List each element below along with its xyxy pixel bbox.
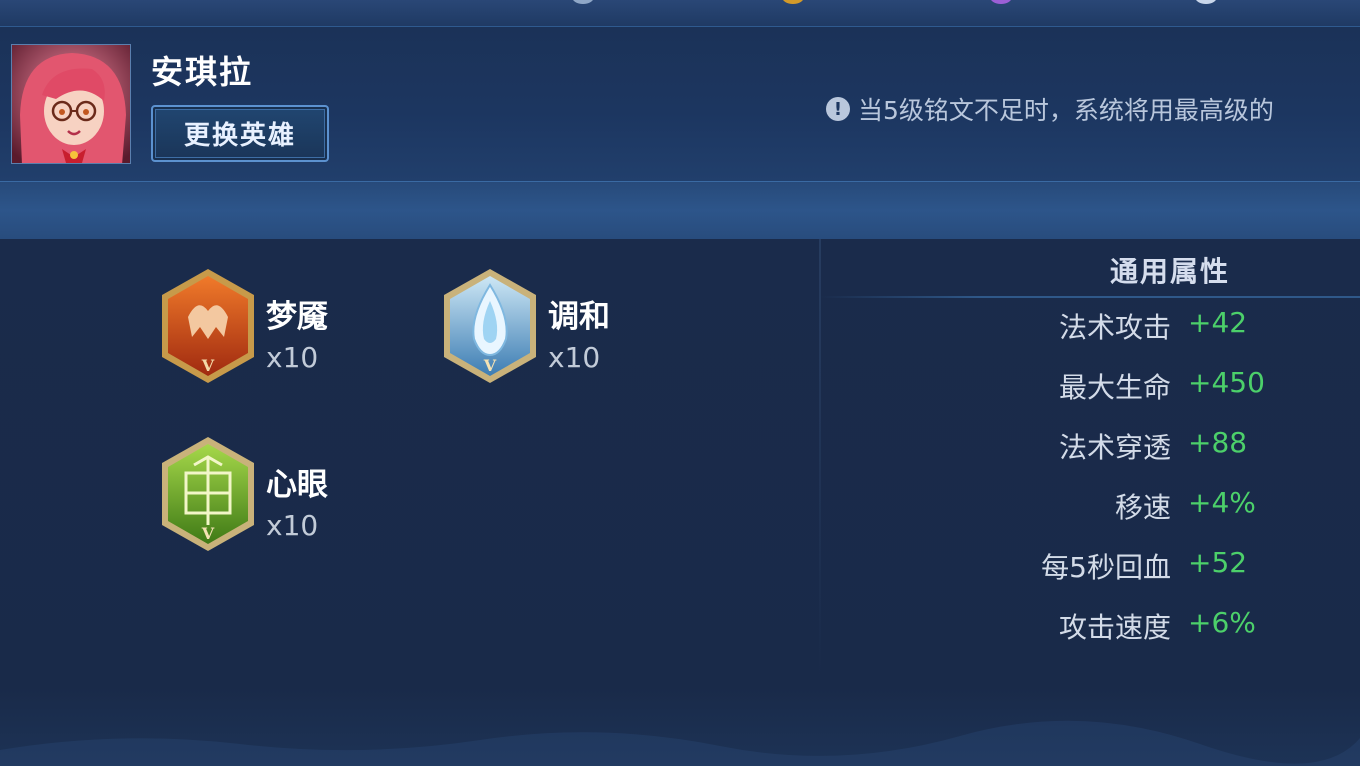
nightmare-rune-icon: V [162, 269, 254, 383]
rune-count: x10 [548, 341, 601, 374]
change-hero-button[interactable]: 更换英雄 [151, 105, 329, 162]
attribute-label: 每5秒回血 [1041, 551, 1171, 584]
section-band [0, 182, 1360, 239]
attribute-value: +4% [1188, 486, 1256, 519]
panel-divider [819, 239, 821, 679]
exclamation-icon: ! [826, 97, 850, 121]
attribute-value: +6% [1188, 606, 1256, 639]
attribute-row: 移速 +4% [850, 486, 1360, 526]
attribute-label: 最大生命 [1058, 371, 1171, 404]
attribute-value: +42 [1188, 306, 1248, 339]
attribute-row: 法术穿透 +88 [850, 426, 1360, 466]
hero-header: 安琪拉 更换英雄 ! 当5级铭文不足时，系统将用最高级的 [0, 27, 1360, 182]
rune-count: x10 [266, 509, 319, 542]
hero-portrait-icon [12, 45, 130, 163]
tab-icon-partial[interactable] [572, 0, 594, 4]
mind-eye-rune-icon: V [162, 437, 254, 551]
tab-icon-partial[interactable] [990, 0, 1012, 4]
rune-notice: ! 当5级铭文不足时，系统将用最高级的 [826, 91, 1274, 127]
attribute-label: 法术攻击 [1058, 311, 1171, 344]
rune-name: 调和 [548, 299, 610, 335]
attributes-title: 通用属性 [1110, 255, 1231, 288]
rune-name: 心眼 [266, 467, 328, 503]
hero-name: 安琪拉 [151, 53, 254, 91]
rune-count: x10 [266, 341, 319, 374]
attribute-label: 攻击速度 [1058, 611, 1171, 644]
attribute-value: +88 [1188, 426, 1248, 459]
attribute-row: 最大生命 +450 [850, 366, 1360, 406]
attribute-label: 移速 [1114, 491, 1171, 524]
attribute-label: 法术穿透 [1058, 431, 1171, 464]
top-tab-strip [0, 0, 1360, 27]
attribute-row: 攻击速度 +6% [850, 606, 1360, 646]
svg-text:V: V [201, 356, 215, 375]
svg-text:V: V [201, 524, 215, 543]
attribute-value: +450 [1188, 366, 1265, 399]
decorative-wave [0, 720, 1360, 766]
attribute-row: 法术攻击 +42 [850, 306, 1360, 346]
attribute-value: +52 [1188, 546, 1248, 579]
notice-text: 当5级铭文不足时，系统将用最高级的 [858, 96, 1274, 125]
harmony-rune-icon: V [444, 269, 536, 383]
attribute-row: 每5秒回血 +52 [850, 546, 1360, 586]
rune-name: 梦魇 [266, 299, 328, 335]
hero-avatar[interactable] [11, 44, 131, 164]
attributes-divider [820, 296, 1360, 298]
svg-text:V: V [483, 356, 497, 375]
tab-icon-partial[interactable] [782, 0, 804, 4]
tab-icon-partial[interactable] [1195, 0, 1217, 4]
